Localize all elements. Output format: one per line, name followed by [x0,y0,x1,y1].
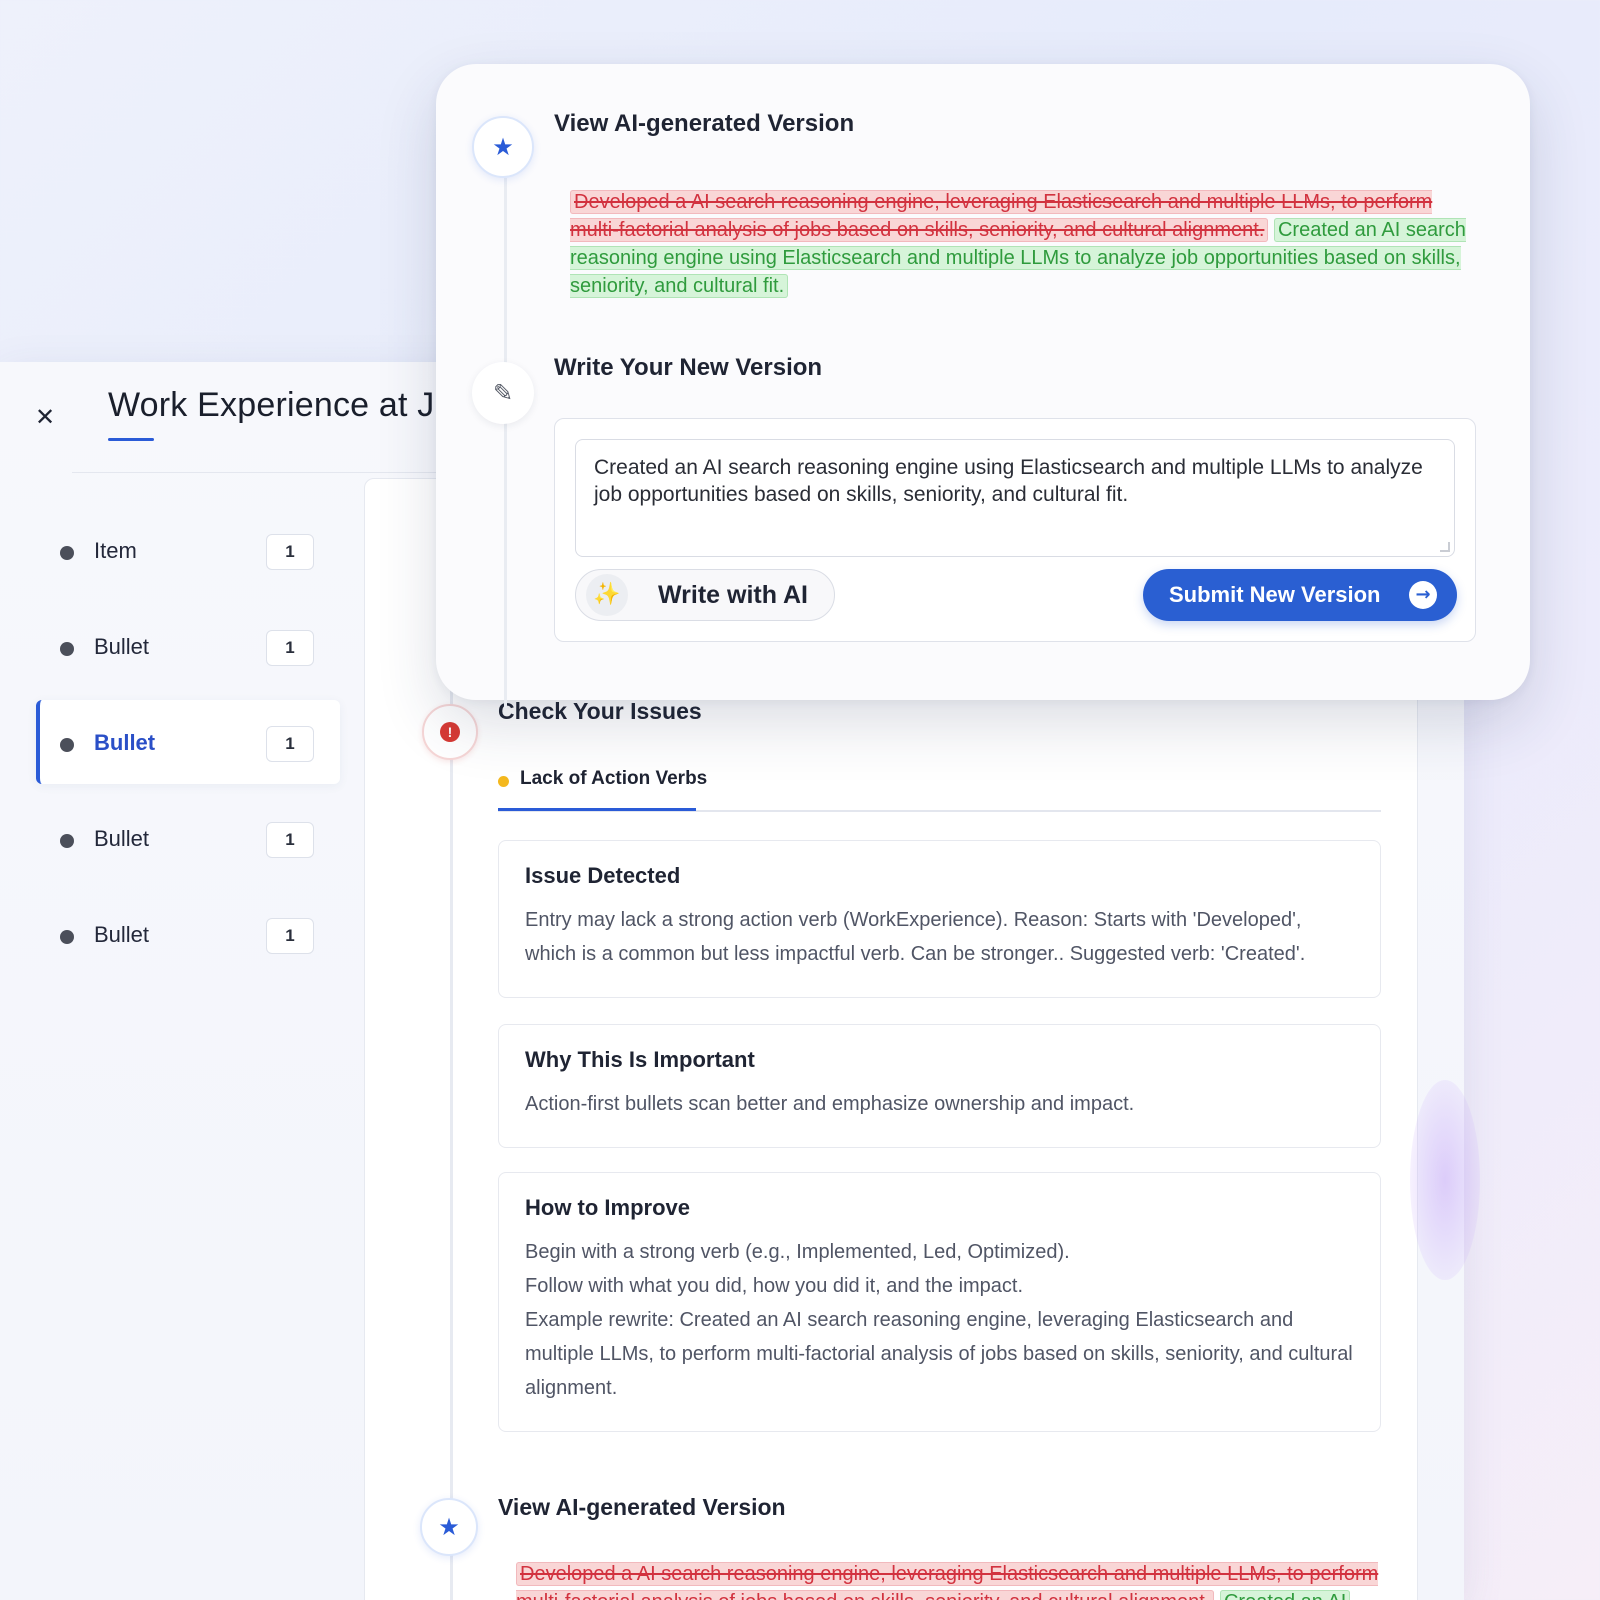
why-important-text: Action-first bullets scan better and emp… [525,1093,1135,1115]
write-with-ai-label: Write with AI [658,581,808,609]
sidebar-item-bullet[interactable]: Bullet 1 [36,892,340,976]
ai-version-title: View AI-generated Version [554,110,855,137]
issue-count-badge: 1 [266,534,314,570]
ai-version-diff: Developed a AI search reasoning engine, … [570,188,1470,300]
bullet-dot-icon [60,834,74,848]
how-to-improve-title: How to Improve [525,1195,691,1220]
warning-dot-icon [498,776,509,787]
issue-count-badge: 1 [266,822,314,858]
close-icon[interactable]: ✕ [30,402,60,432]
sidebar-item-label: Bullet [94,634,150,659]
sidebar: Item 1 Bullet 1 Bullet 1 Bullet 1 Bullet… [36,508,340,988]
sidebar-item-bullet[interactable]: Bullet 1 [36,604,340,688]
sidebar-item-label: Bullet [94,922,150,947]
magic-wand-icon: ✨ [586,574,628,616]
issue-detected-title: Issue Detected [525,863,681,888]
background-glow [1410,1080,1480,1280]
bullet-dot-icon [60,546,74,560]
sidebar-item-bullet-active[interactable]: Bullet 1 [36,700,340,784]
issue-count-badge: 1 [266,726,314,762]
how-to-improve-line: Example rewrite: Created an AI search re… [525,1309,1353,1399]
sidebar-item-label: Bullet [94,826,150,851]
sidebar-item-label: Item [94,538,137,563]
timeline-line [504,178,507,708]
sidebar-item-bullet[interactable]: Bullet 1 [36,796,340,880]
inserted-text: Created an AI [1219,1590,1351,1600]
resize-handle-icon[interactable] [1440,542,1450,552]
bullet-dot-icon [60,738,74,752]
alert-icon: ! [422,704,478,760]
tab-label: Lack of Action Verbs [520,768,708,789]
issue-count-badge: 1 [266,918,314,954]
pencil-icon: ✎ [472,362,534,424]
star-icon: ★ [420,1498,478,1556]
submit-label: Submit New Version [1169,582,1381,607]
issue-tab-bar: Lack of Action Verbs [498,762,1381,812]
ai-version-popup: ★ View AI-generated Version Developed a … [436,64,1530,708]
bullet-dot-icon [60,930,74,944]
arrow-right-icon: → [1409,581,1437,609]
how-to-improve-box: How to Improve Begin with a strong verb … [498,1172,1381,1432]
why-important-box: Why This Is Important Action-first bulle… [498,1024,1381,1148]
submit-new-version-button[interactable]: Submit New Version → [1143,569,1457,621]
issue-detected-text: Entry may lack a strong action verb (Wor… [525,909,1306,965]
sidebar-item-label: Bullet [94,730,156,755]
write-with-ai-button[interactable]: ✨ Write with AI [575,569,835,621]
ai-version-diff: Developed a AI search reasoning engine, … [516,1560,1386,1600]
textarea-value: Created an AI search reasoning engine us… [594,456,1423,506]
why-important-title: Why This Is Important [525,1047,755,1072]
ai-version-title: View AI-generated Version [498,1494,786,1520]
issue-count-badge: 1 [266,630,314,666]
alert-icon-glyph: ! [440,722,460,742]
how-to-improve-line: Follow with what you did, how you did it… [525,1275,1024,1297]
tab-underline [498,808,696,811]
how-to-improve-line: Begin with a strong verb (e.g., Implemen… [525,1241,1070,1263]
check-issues-title: Check Your Issues [498,698,702,724]
star-icon: ★ [472,116,534,178]
issue-detected-box: Issue Detected Entry may lack a strong a… [498,840,1381,998]
panel-title: Work Experience at J [108,386,435,424]
sidebar-item-item[interactable]: Item 1 [36,508,340,592]
title-underline [108,438,154,441]
editor-box: Created an AI search reasoning engine us… [554,418,1476,642]
new-version-title: Write Your New Version [554,354,823,381]
bullet-dot-icon [60,642,74,656]
new-version-textarea[interactable]: Created an AI search reasoning engine us… [575,439,1455,557]
